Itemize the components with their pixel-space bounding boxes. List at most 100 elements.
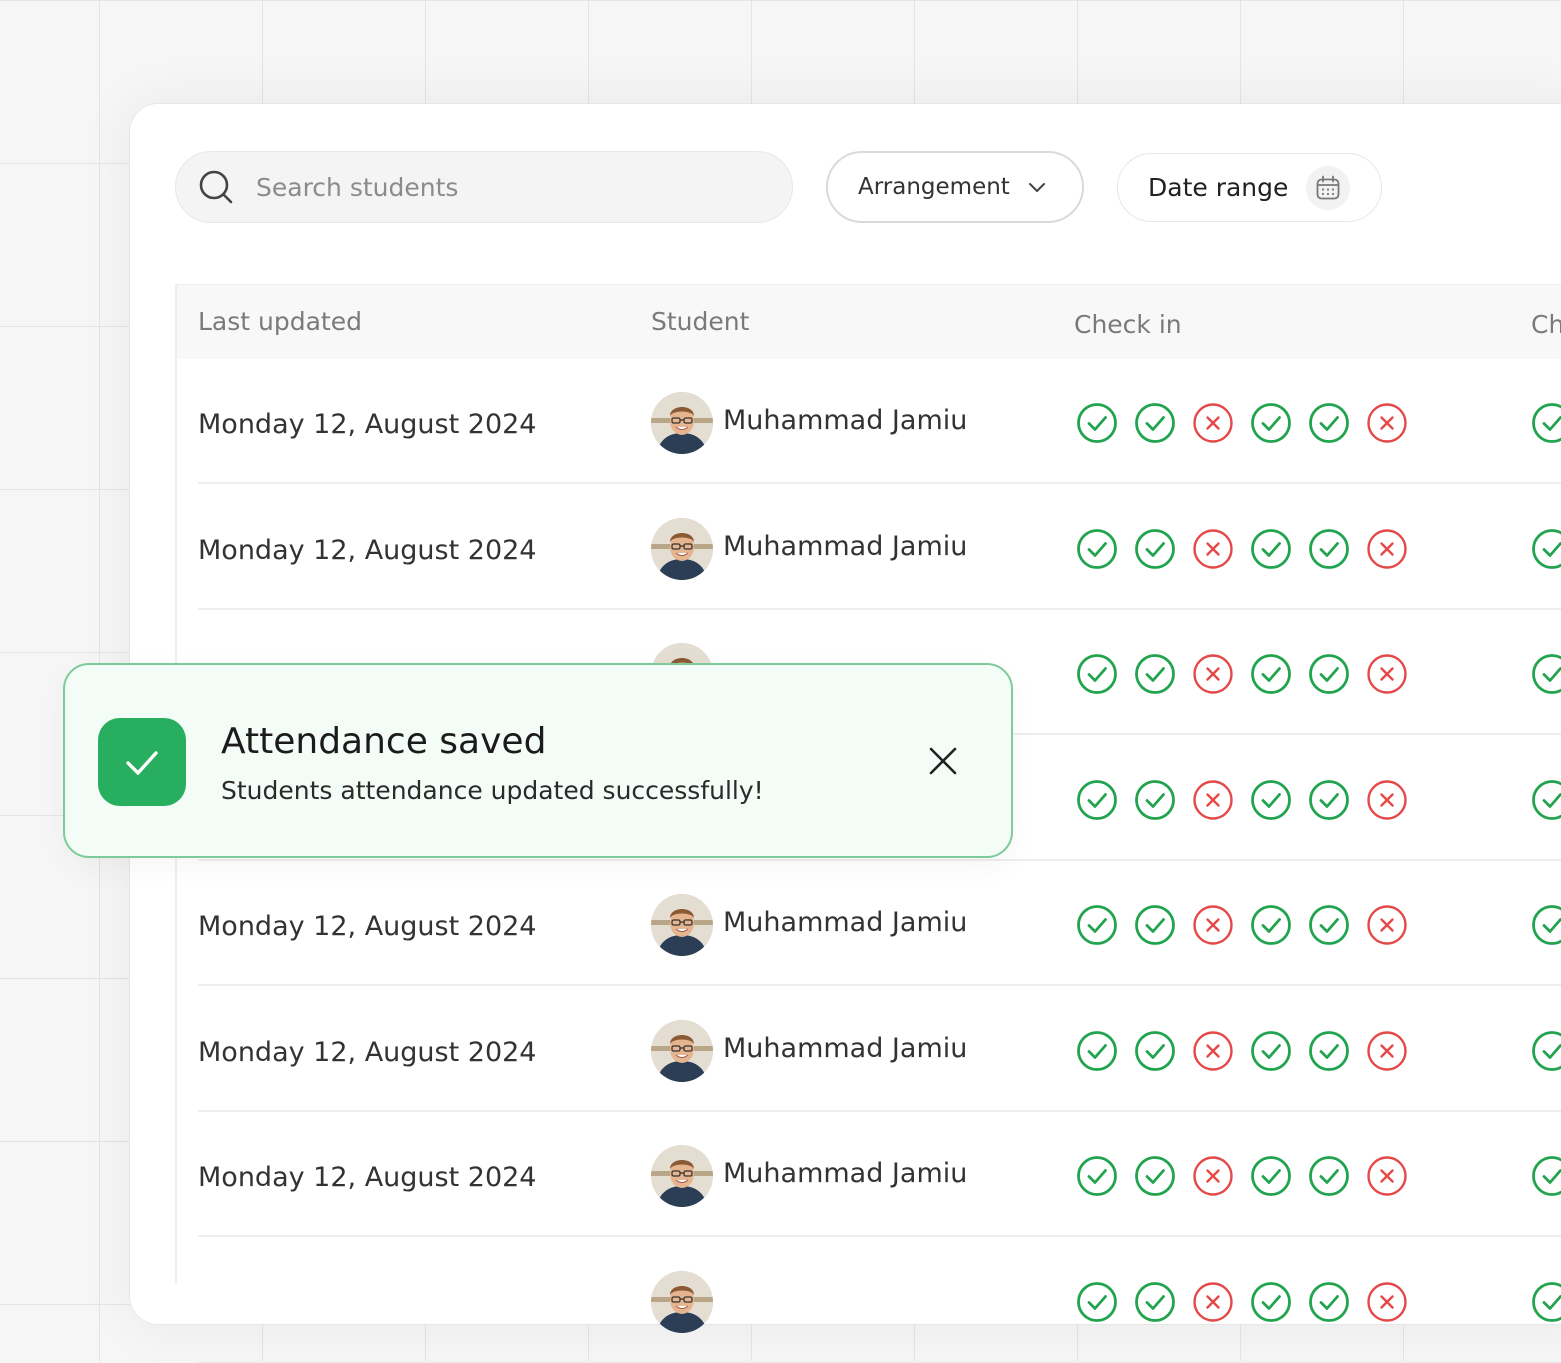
row-divider [198,482,1561,484]
avatar [651,518,713,580]
arrangement-dropdown[interactable]: Arrangement [826,151,1084,223]
check-circle-icon[interactable] [1531,904,1561,946]
check-circle-icon[interactable] [1076,1030,1118,1072]
check-circle-icon[interactable] [1250,1281,1292,1323]
search-icon [198,169,234,205]
close-icon[interactable] [923,741,963,781]
cross-circle-icon[interactable] [1192,1030,1234,1072]
check-circle-icon[interactable] [1134,1030,1176,1072]
avatar [651,1145,713,1207]
check-circle-icon[interactable] [1531,653,1561,695]
column-header-check-in[interactable]: Check in [1074,310,1182,339]
cross-circle-icon[interactable] [1366,779,1408,821]
avatar [651,894,713,956]
chevron-down-icon [1026,176,1048,198]
cross-circle-icon[interactable] [1366,1030,1408,1072]
cross-circle-icon[interactable] [1366,402,1408,444]
check-circle-icon[interactable] [1531,528,1561,570]
cross-circle-icon[interactable] [1192,779,1234,821]
check-circle-icon[interactable] [1250,653,1292,695]
cross-circle-icon[interactable] [1366,653,1408,695]
check-circle-icon[interactable] [1076,653,1118,695]
check-circle-icon[interactable] [1250,1030,1292,1072]
date-range-button[interactable]: Date range [1117,153,1382,222]
check-circle-icon[interactable] [1308,402,1350,444]
check-circle-icon[interactable] [1250,528,1292,570]
column-header-check-out[interactable]: Ch [1531,310,1561,339]
arrangement-label: Arrangement [858,174,1010,200]
cross-circle-icon[interactable] [1192,1155,1234,1197]
student-name[interactable]: Muhammad Jamiu [723,1033,967,1064]
table-row[interactable]: Monday 12, August 2024 Muhammad Jamiu [175,359,1561,484]
check-circle-icon[interactable] [1076,904,1118,946]
toast-title: Attendance saved [221,721,546,762]
avatar [651,1020,713,1082]
check-circle-icon[interactable] [1308,779,1350,821]
check-icon [98,718,186,806]
table-header: Last updated Student Check in Ch [175,284,1561,359]
cross-circle-icon[interactable] [1192,653,1234,695]
check-circle-icon[interactable] [1076,1155,1118,1197]
cross-circle-icon[interactable] [1192,1281,1234,1323]
cross-circle-icon[interactable] [1366,904,1408,946]
cross-circle-icon[interactable] [1366,528,1408,570]
date-range-label: Date range [1148,173,1288,202]
calendar-icon [1306,166,1350,210]
check-circle-icon[interactable] [1250,402,1292,444]
check-circle-icon[interactable] [1308,653,1350,695]
check-circle-icon[interactable] [1531,1155,1561,1197]
check-circle-icon[interactable] [1531,1281,1561,1323]
check-circle-icon[interactable] [1531,402,1561,444]
table-row[interactable] [175,1238,1561,1363]
check-circle-icon[interactable] [1134,528,1176,570]
last-updated-cell: Monday 12, August 2024 [198,1037,536,1068]
table-row[interactable]: Monday 12, August 2024 Muhammad Jamiu [175,861,1561,986]
check-circle-icon[interactable] [1134,653,1176,695]
check-circle-icon[interactable] [1134,402,1176,444]
toast-message: Students attendance updated successfully… [221,776,764,805]
check-circle-icon[interactable] [1134,904,1176,946]
cross-circle-icon[interactable] [1366,1281,1408,1323]
success-toast: Attendance saved Students attendance upd… [63,663,1013,858]
last-updated-cell: Monday 12, August 2024 [198,535,536,566]
student-name[interactable]: Muhammad Jamiu [723,907,967,938]
check-circle-icon[interactable] [1531,779,1561,821]
table-row[interactable]: Monday 12, August 2024 Muhammad Jamiu [175,485,1561,610]
check-circle-icon[interactable] [1250,904,1292,946]
check-circle-icon[interactable] [1308,1030,1350,1072]
check-circle-icon[interactable] [1076,1281,1118,1323]
column-header-student[interactable]: Student [651,307,749,336]
avatar [651,1271,713,1333]
check-circle-icon[interactable] [1076,779,1118,821]
cross-circle-icon[interactable] [1192,402,1234,444]
last-updated-cell: Monday 12, August 2024 [198,1162,536,1193]
student-name[interactable]: Muhammad Jamiu [723,1158,967,1189]
check-circle-icon[interactable] [1134,1281,1176,1323]
column-header-last-updated[interactable]: Last updated [198,307,362,336]
check-circle-icon[interactable] [1531,1030,1561,1072]
check-circle-icon[interactable] [1308,1155,1350,1197]
student-name[interactable]: Muhammad Jamiu [723,531,967,562]
cross-circle-icon[interactable] [1366,1155,1408,1197]
check-circle-icon[interactable] [1134,1155,1176,1197]
check-circle-icon[interactable] [1134,779,1176,821]
check-circle-icon[interactable] [1308,904,1350,946]
check-circle-icon[interactable] [1076,528,1118,570]
last-updated-cell: Monday 12, August 2024 [198,409,536,440]
student-name[interactable]: Muhammad Jamiu [723,405,967,436]
cross-circle-icon[interactable] [1192,528,1234,570]
check-circle-icon[interactable] [1308,1281,1350,1323]
row-divider [198,984,1561,986]
avatar [651,392,713,454]
check-circle-icon[interactable] [1308,528,1350,570]
last-updated-cell: Monday 12, August 2024 [198,911,536,942]
check-circle-icon[interactable] [1250,779,1292,821]
search-bar[interactable] [175,151,793,223]
search-input[interactable] [254,172,738,203]
table-row[interactable]: Monday 12, August 2024 Muhammad Jamiu [175,1112,1561,1237]
check-circle-icon[interactable] [1250,1155,1292,1197]
table-row[interactable]: Monday 12, August 2024 Muhammad Jamiu [175,987,1561,1112]
row-divider [198,1235,1561,1237]
check-circle-icon[interactable] [1076,402,1118,444]
cross-circle-icon[interactable] [1192,904,1234,946]
